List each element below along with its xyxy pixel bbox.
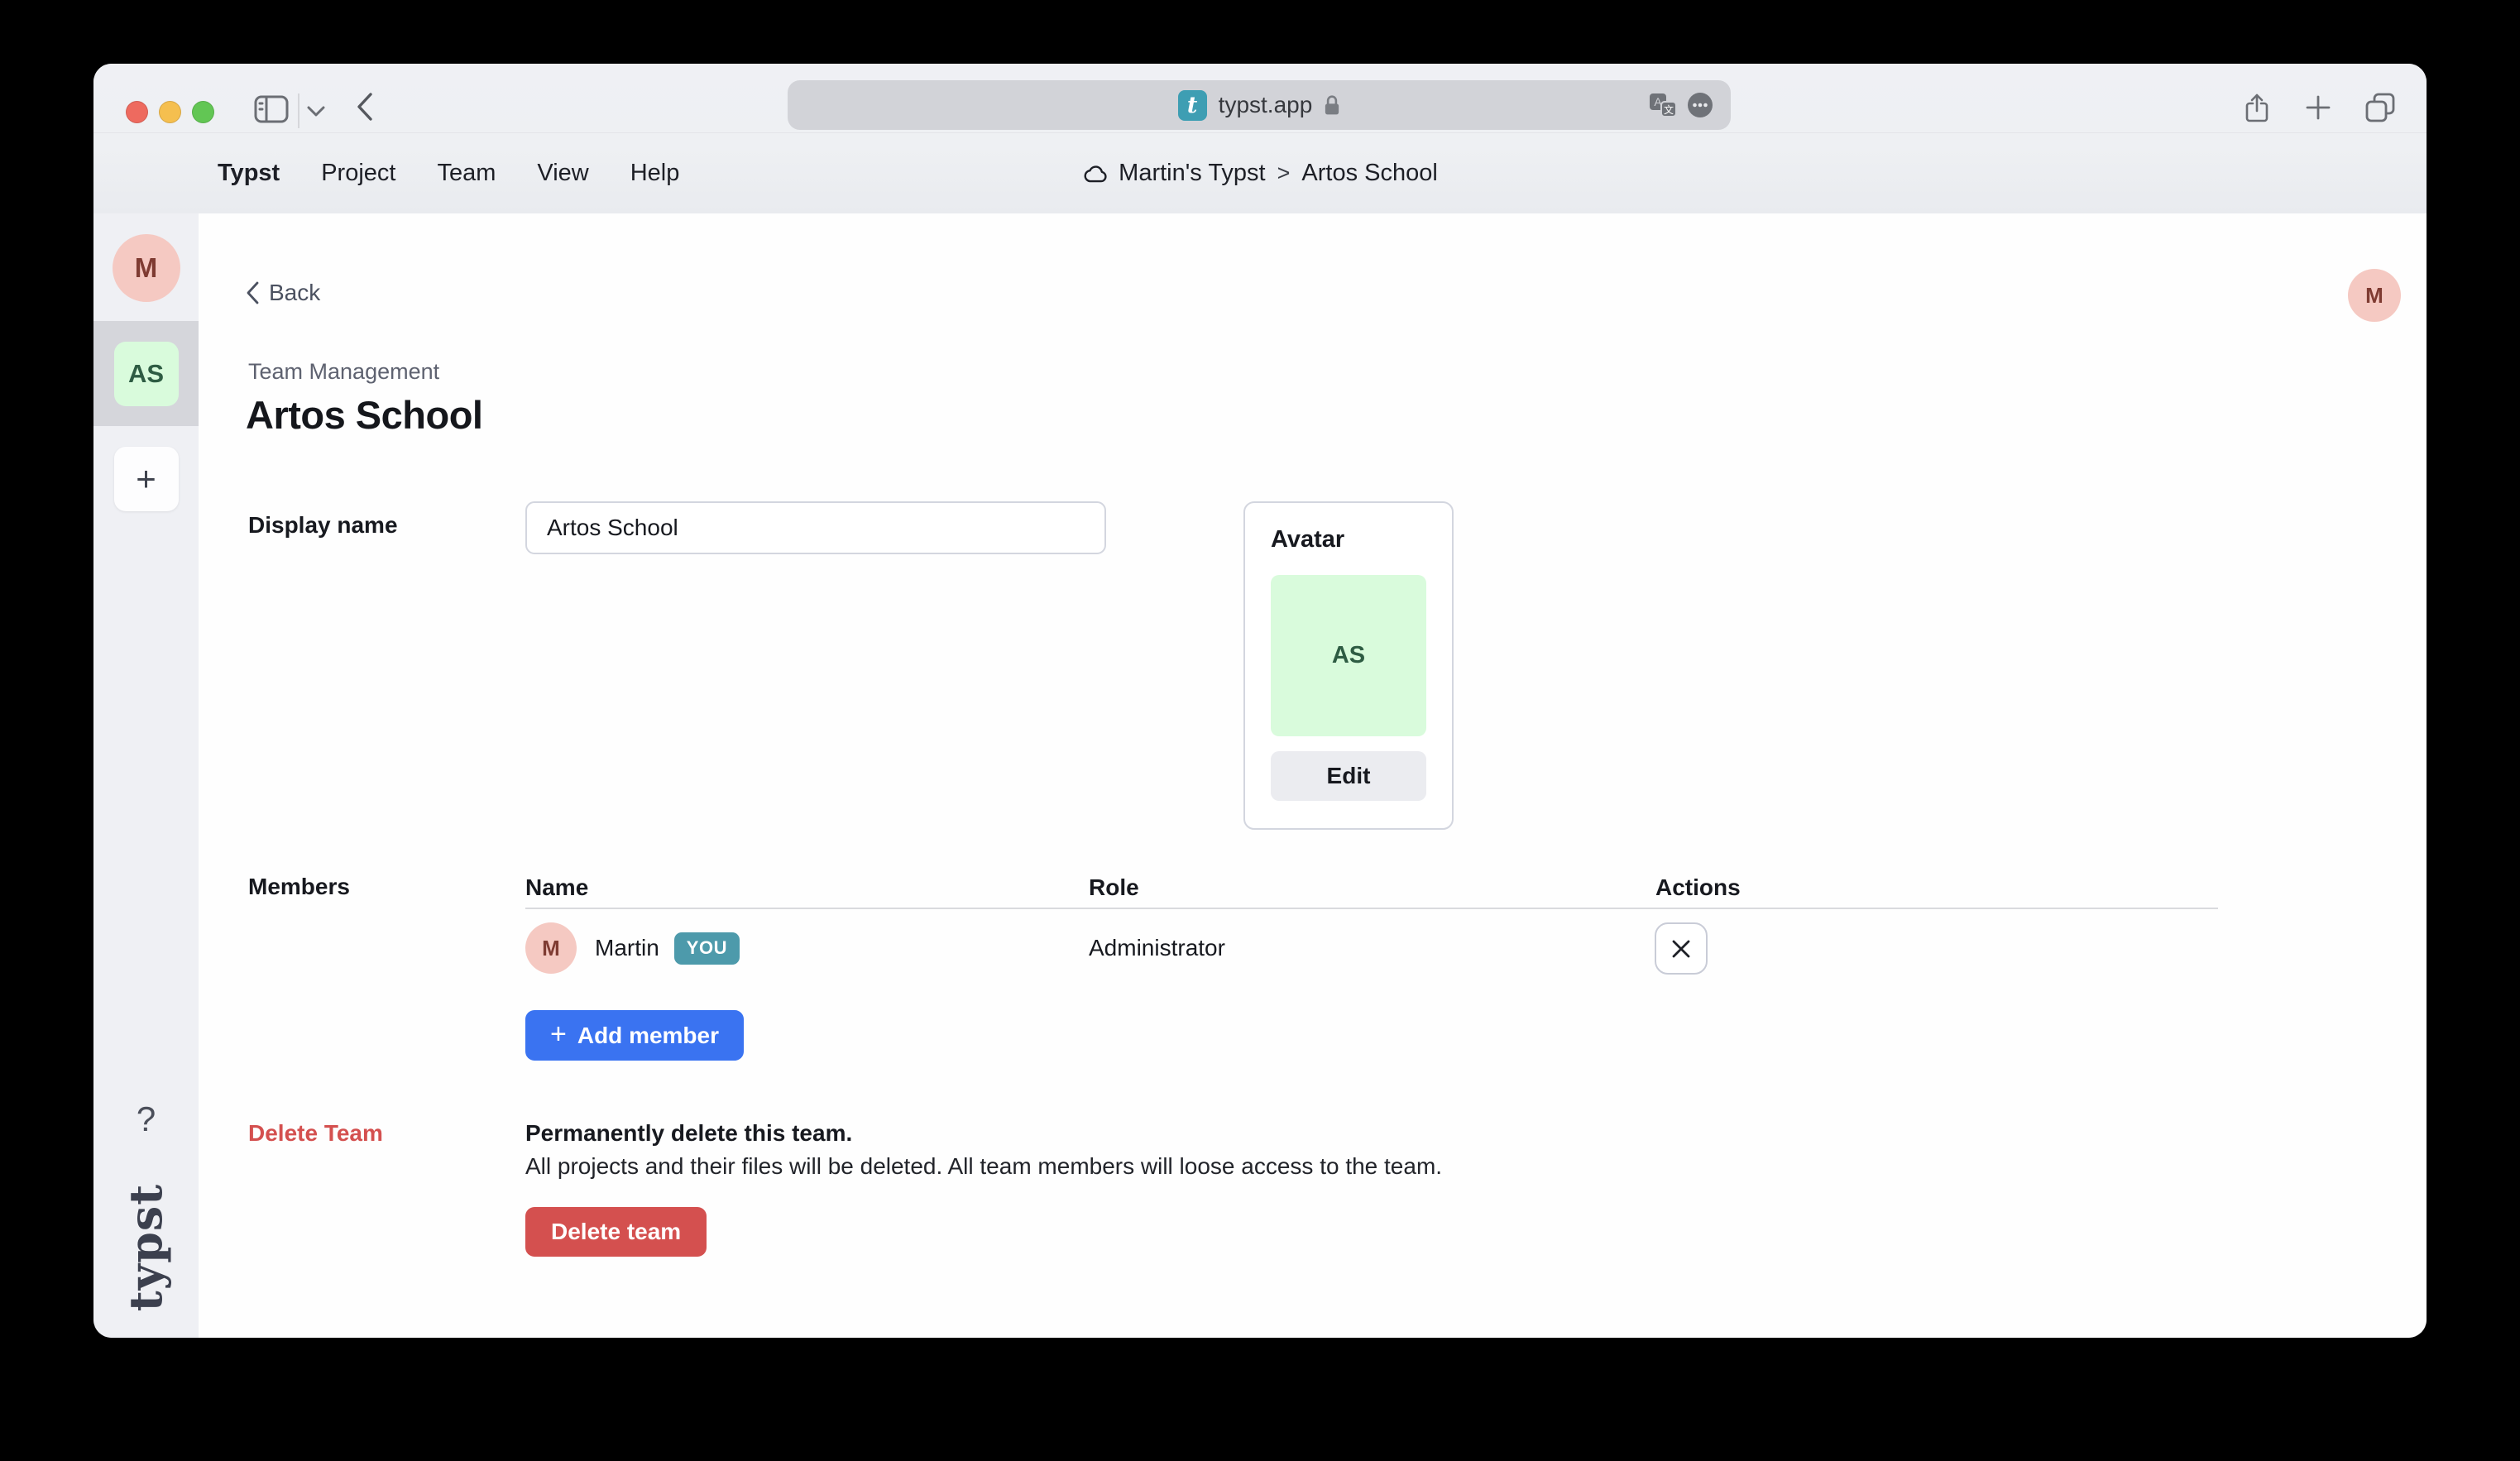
menu-project[interactable]: Project <box>321 160 395 187</box>
tab-overview-icon[interactable] <box>2364 92 2396 123</box>
chevron-down-icon[interactable] <box>307 106 325 117</box>
plus-icon: + <box>550 1020 567 1048</box>
avatar-card: Avatar AS Edit <box>1243 501 1454 830</box>
delete-team-description: All projects and their files will be del… <box>525 1153 1442 1180</box>
breadcrumb-current: Artos School <box>1301 160 1437 187</box>
back-label: Back <box>269 280 320 306</box>
sidebar-toggle-icon[interactable] <box>254 95 289 123</box>
menu-typst[interactable]: Typst <box>218 160 280 187</box>
menu-view[interactable]: View <box>537 160 588 187</box>
delete-team-heading: Permanently delete this team. <box>525 1120 852 1147</box>
typst-logo: typst <box>120 1184 173 1311</box>
menu-help[interactable]: Help <box>630 160 680 187</box>
delete-team-button[interactable]: Delete team <box>525 1207 707 1257</box>
add-member-button[interactable]: + Add member <box>525 1010 744 1061</box>
rail-team-avatar[interactable]: AS <box>114 342 179 406</box>
close-window-button[interactable] <box>126 101 148 123</box>
back-link[interactable]: Back <box>247 280 320 306</box>
new-tab-icon[interactable] <box>2305 94 2331 121</box>
address-bar[interactable]: t typst.app A 文 <box>788 80 1731 130</box>
chevron-left-icon <box>247 281 259 304</box>
site-favicon: t <box>1178 90 1207 121</box>
plus-icon: + <box>136 459 156 499</box>
column-header-role: Role <box>1089 874 1139 901</box>
menu-team[interactable]: Team <box>437 160 496 187</box>
member-initial: M <box>542 936 560 961</box>
zoom-window-button[interactable] <box>192 101 214 123</box>
close-icon <box>1671 939 1691 959</box>
team-avatar-preview: AS <box>1271 575 1426 736</box>
members-label: Members <box>248 874 350 900</box>
member-name: Martin <box>595 935 659 961</box>
app-menus: Typst Project Team View Help <box>218 133 679 213</box>
breadcrumb: Martin's Typst > Artos School <box>1082 133 1438 213</box>
typst-logo-wrap: typst <box>93 1177 199 1318</box>
add-team-button[interactable]: + <box>114 447 179 511</box>
rail-user-initial: M <box>135 252 158 284</box>
member-role: Administrator <box>1089 935 1225 961</box>
app-body: M AS + ? typst <box>93 213 2427 1338</box>
column-header-name: Name <box>525 874 588 901</box>
table-divider <box>525 908 2218 909</box>
favicon-letter: t <box>1187 93 1197 118</box>
breadcrumb-separator: > <box>1276 160 1292 186</box>
lock-icon <box>1324 94 1340 116</box>
toolbar-divider <box>298 93 299 128</box>
rail-bottom: ? typst <box>93 1099 199 1338</box>
display-name-label: Display name <box>248 512 398 539</box>
team-management-page: Back M Team Management Artos School Disp… <box>199 213 2427 1338</box>
minimize-window-button[interactable] <box>159 101 181 123</box>
you-badge: YOU <box>674 932 740 965</box>
section-eyebrow: Team Management <box>248 359 439 385</box>
traffic-lights <box>126 101 214 123</box>
browser-toolbar: t typst.app A 文 <box>93 64 2427 132</box>
browser-window: t typst.app A 文 <box>93 64 2427 1338</box>
browser-back-icon[interactable] <box>357 92 373 122</box>
page-user-avatar[interactable]: M <box>2348 269 2401 322</box>
remove-member-button[interactable] <box>1655 922 1708 975</box>
page-title: Artos School <box>246 392 482 438</box>
page-user-initial: M <box>2365 283 2383 309</box>
url-text: typst.app <box>1219 92 1313 118</box>
more-options-icon[interactable] <box>1686 91 1714 119</box>
translate-icon[interactable]: A 文 <box>1648 92 1678 118</box>
team-rail: M AS + ? typst <box>93 213 199 1338</box>
member-avatar: M <box>525 922 577 974</box>
svg-text:文: 文 <box>1664 103 1674 116</box>
share-icon[interactable] <box>2245 92 2269 123</box>
rail-selected-team: AS <box>93 321 199 426</box>
browser-chrome: t typst.app A 文 <box>93 64 2427 213</box>
rail-user-avatar[interactable]: M <box>113 234 180 302</box>
avatar-card-title: Avatar <box>1271 526 1426 553</box>
app-menubar: Typst Project Team View Help Martin's Ty… <box>93 132 2427 213</box>
rail-team-initials: AS <box>128 359 164 389</box>
display-name-input[interactable] <box>525 501 1106 554</box>
edit-avatar-button[interactable]: Edit <box>1271 751 1426 801</box>
member-row-name-cell: M Martin YOU <box>525 922 740 974</box>
cloud-icon <box>1082 164 1109 184</box>
team-avatar-initials: AS <box>1332 642 1365 669</box>
help-icon[interactable]: ? <box>137 1099 156 1139</box>
breadcrumb-root[interactable]: Martin's Typst <box>1119 160 1265 187</box>
column-header-actions: Actions <box>1655 874 1741 901</box>
delete-team-label: Delete Team <box>248 1120 383 1147</box>
add-member-label: Add member <box>577 1023 719 1049</box>
